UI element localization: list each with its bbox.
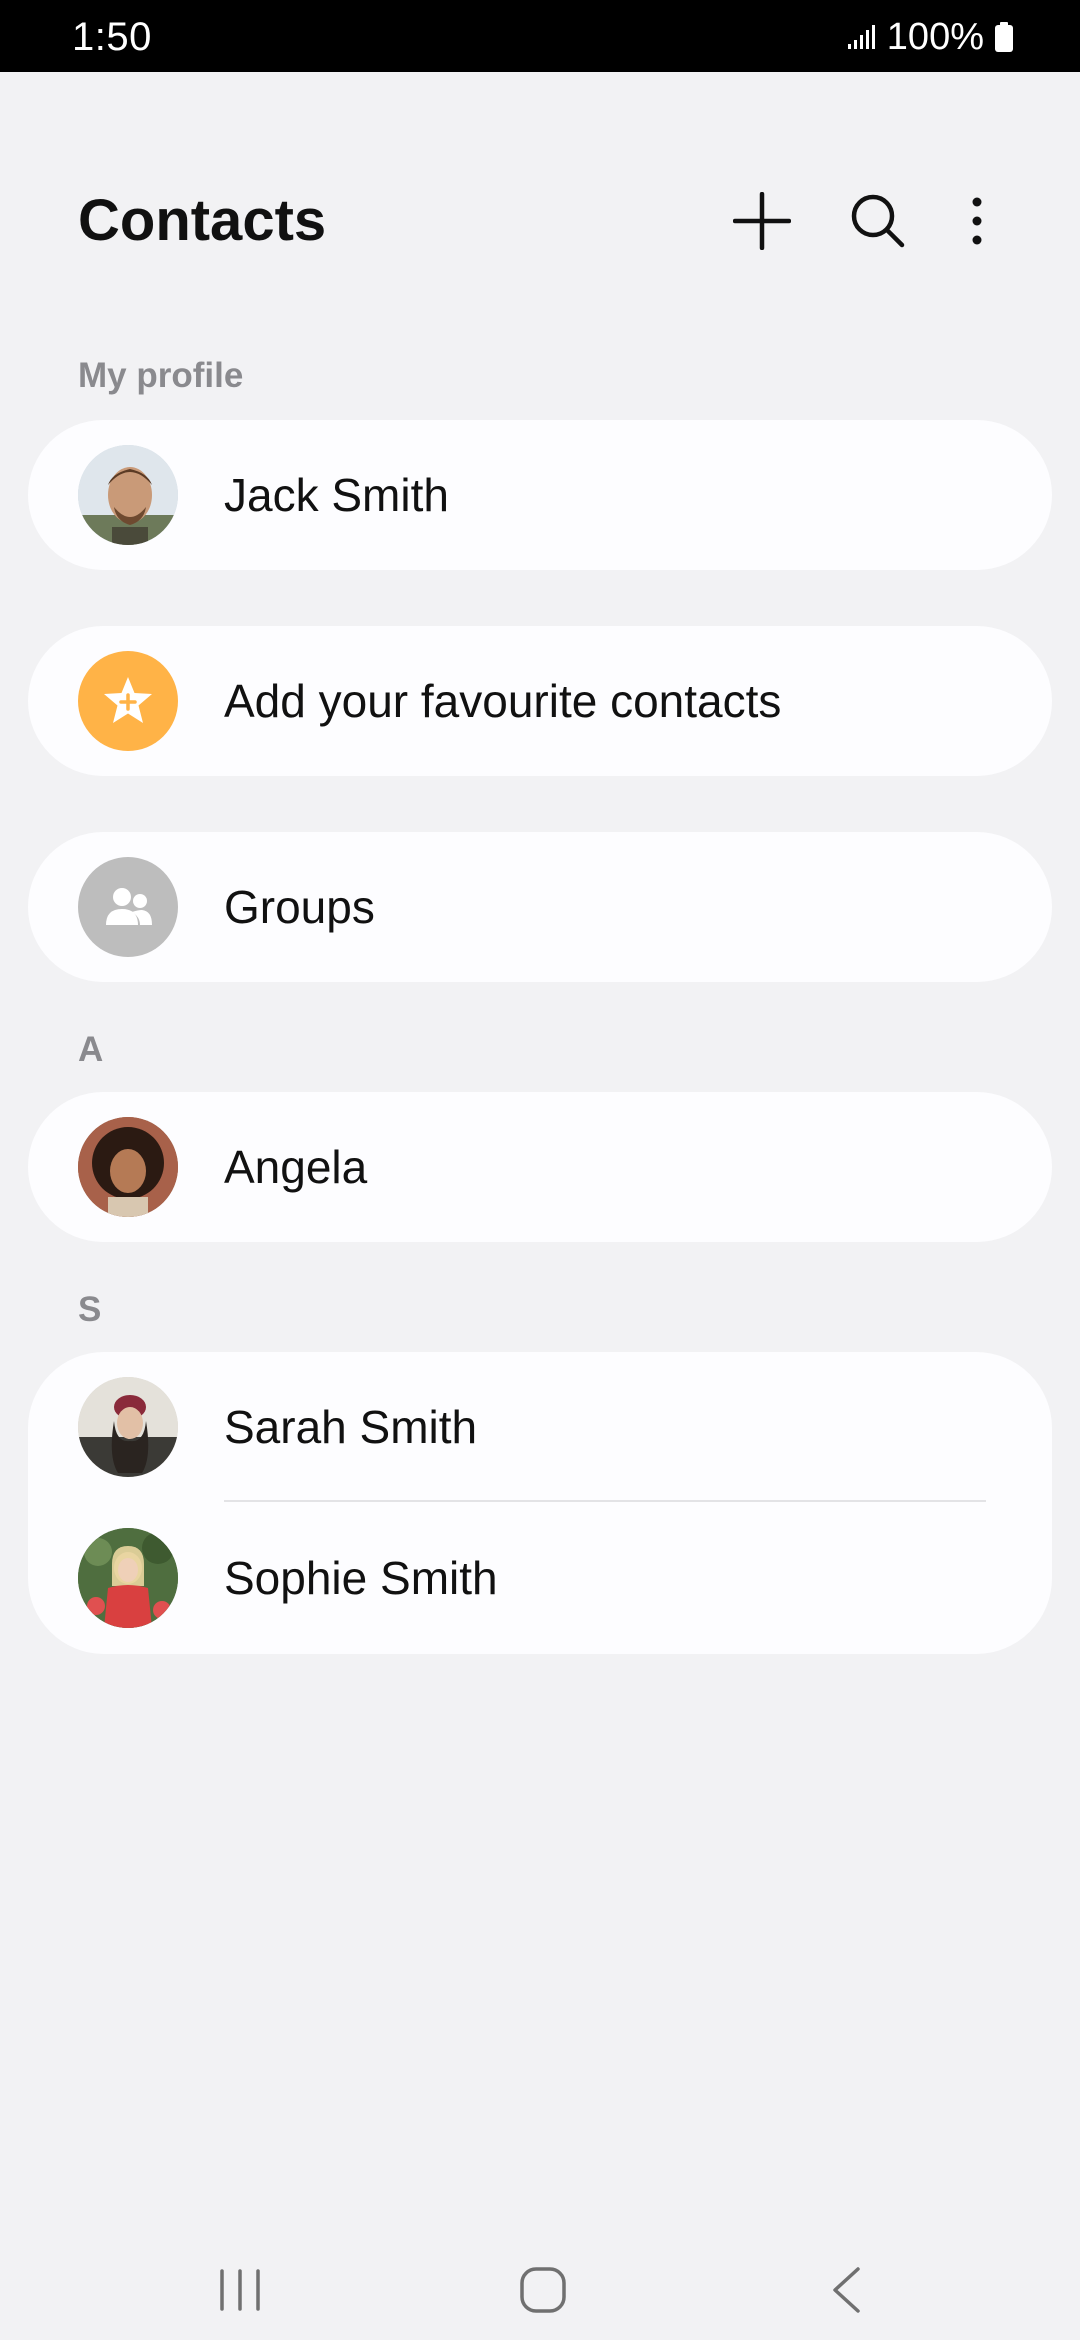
avatar <box>78 1117 178 1217</box>
favourites-avatar <box>78 651 178 751</box>
section-letter-s: S <box>78 1290 102 1329</box>
avatar <box>78 1528 178 1628</box>
my-profile-card[interactable]: Jack Smith <box>28 420 1052 570</box>
signal-icon <box>847 25 875 49</box>
back-button[interactable] <box>796 2240 896 2340</box>
star-plus-icon <box>104 677 152 723</box>
favourites-card[interactable]: Add your favourite contacts <box>28 626 1052 776</box>
recent-apps-button[interactable] <box>190 2240 290 2340</box>
battery-percentage: 100% <box>886 16 984 58</box>
contact-photo <box>78 1377 178 1477</box>
search-icon <box>851 194 905 248</box>
groups-row[interactable]: Groups <box>28 832 1052 982</box>
home-icon <box>520 2267 566 2313</box>
more-vertical-icon <box>972 197 982 245</box>
add-favourites-label: Add your favourite contacts <box>224 675 782 727</box>
more-options-button[interactable] <box>942 186 1012 256</box>
add-favourites-row[interactable]: Add your favourite contacts <box>28 626 1052 776</box>
home-button[interactable] <box>493 2240 593 2340</box>
profile-photo <box>78 445 178 545</box>
my-profile-label: My profile <box>78 356 244 395</box>
contact-row[interactable]: Sophie Smith <box>28 1502 1052 1654</box>
contact-row[interactable]: Sarah Smith <box>28 1352 1052 1502</box>
back-icon <box>833 2267 860 2313</box>
search-button[interactable] <box>843 186 913 256</box>
status-indicators: 100% <box>847 16 1014 58</box>
groups-label: Groups <box>224 881 375 933</box>
plus-icon <box>733 192 791 250</box>
section-a-card: Angela <box>28 1092 1052 1242</box>
recents-icon <box>220 2269 260 2311</box>
status-time: 1:50 <box>72 15 152 59</box>
contact-name: Angela <box>224 1141 368 1193</box>
groups-avatar <box>78 857 178 957</box>
navigation-bar <box>0 2220 1080 2340</box>
my-profile-row[interactable]: Jack Smith <box>28 420 1052 570</box>
battery-icon <box>995 22 1013 52</box>
avatar <box>78 445 178 545</box>
groups-card[interactable]: Groups <box>28 832 1052 982</box>
contact-photo <box>78 1117 178 1217</box>
page-title: Contacts <box>78 188 327 253</box>
group-people-icon <box>106 888 152 925</box>
status-bar: 1:50 100% <box>0 0 1080 72</box>
section-letter-a: A <box>78 1030 104 1069</box>
add-contact-button[interactable] <box>727 186 797 256</box>
contact-name: Sophie Smith <box>224 1552 498 1604</box>
contact-row[interactable]: Angela <box>28 1092 1052 1242</box>
avatar <box>78 1377 178 1477</box>
section-s-card: Sarah Smith Sophie Smith <box>28 1352 1052 1654</box>
profile-name: Jack Smith <box>224 469 449 521</box>
contact-photo <box>78 1528 178 1628</box>
contact-name: Sarah Smith <box>224 1401 478 1453</box>
